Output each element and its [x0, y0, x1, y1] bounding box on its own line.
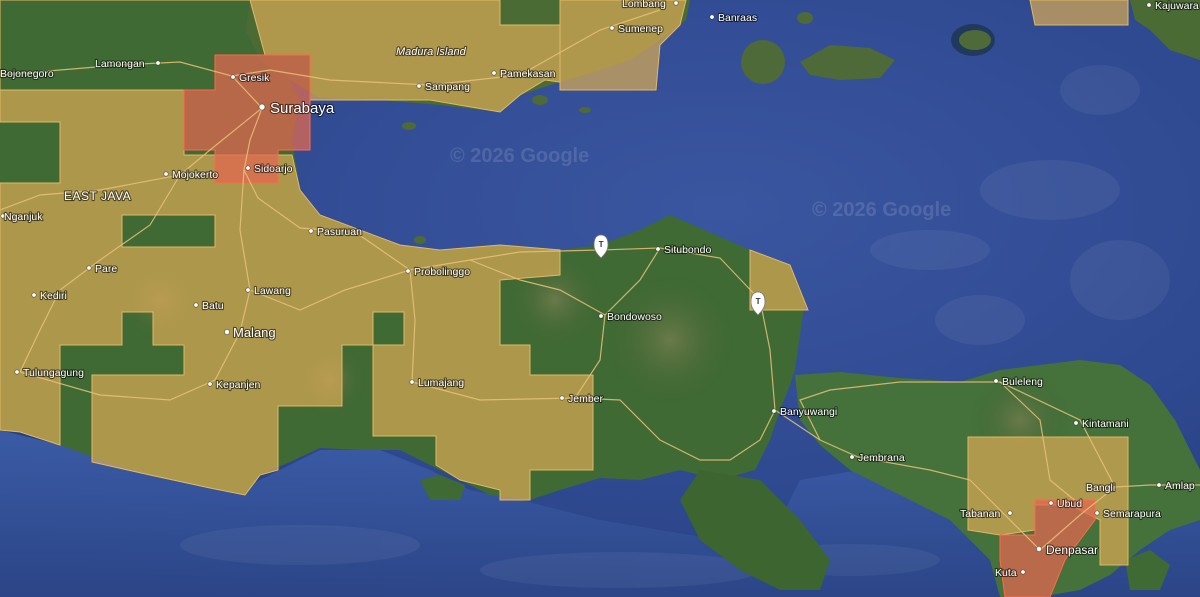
google-watermark: © 2026 Google	[450, 145, 589, 167]
place-malang[interactable]: Malang	[223, 324, 277, 341]
svg-text:Batu: Batu	[202, 300, 224, 312]
svg-text:Semarapura: Semarapura	[1103, 508, 1161, 520]
svg-text:Tabanan: Tabanan	[960, 508, 1000, 520]
place-nganjuk[interactable]: Nganjuk	[0, 210, 44, 224]
place-surabaya[interactable]: Surabaya	[258, 99, 336, 118]
svg-text:Surabaya: Surabaya	[270, 100, 335, 117]
svg-text:Probolinggo: Probolinggo	[414, 266, 470, 278]
svg-text:Bangli: Bangli	[1086, 482, 1115, 494]
svg-text:T: T	[599, 240, 604, 249]
svg-text:Lumajang: Lumajang	[418, 377, 464, 389]
satellite-map[interactable]: T T © 2026 Google © 2026 Google Lombang …	[0, 0, 1200, 597]
place-sumenep[interactable]: Sumenep	[609, 22, 664, 36]
place-denpasar[interactable]: Denpasar	[1036, 542, 1099, 558]
place-pamekasan[interactable]: Pamekasan	[491, 67, 557, 81]
svg-text:Bojonegoro: Bojonegoro	[0, 68, 54, 80]
svg-text:Kediri: Kediri	[40, 290, 67, 302]
svg-text:Banyuwangi: Banyuwangi	[780, 406, 837, 418]
svg-text:Kuta: Kuta	[995, 567, 1017, 579]
svg-text:Sampang: Sampang	[425, 81, 470, 93]
place-tulungagung[interactable]: Tulungagung	[14, 366, 85, 380]
place-bojonegoro[interactable]: Bojonegoro	[0, 67, 55, 81]
place-kepanjen[interactable]: Kepanjen	[207, 378, 262, 392]
svg-text:Lamongan: Lamongan	[95, 58, 145, 70]
svg-text:Jember: Jember	[568, 393, 604, 405]
svg-text:Gresik: Gresik	[239, 72, 270, 84]
svg-text:Denpasar: Denpasar	[1046, 543, 1098, 557]
svg-text:T: T	[756, 297, 761, 306]
svg-text:Pare: Pare	[95, 263, 117, 275]
place-bangli[interactable]: Bangli	[1085, 481, 1116, 495]
place-lumajang[interactable]: Lumajang	[409, 376, 465, 390]
svg-text:Pamekasan: Pamekasan	[500, 68, 556, 80]
svg-text:Sidoarjo: Sidoarjo	[254, 163, 293, 175]
place-madura-island[interactable]: Madura Island	[395, 45, 468, 59]
place-pasuruan[interactable]: Pasuruan	[308, 225, 363, 239]
place-kintamani[interactable]: Kintamani	[1073, 417, 1130, 431]
svg-text:Buleleng: Buleleng	[1002, 376, 1043, 388]
place-situbondo[interactable]: Situbondo	[655, 243, 713, 257]
svg-text:Ubud: Ubud	[1057, 498, 1082, 510]
place-bondowoso[interactable]: Bondowoso	[598, 310, 663, 324]
svg-text:Lawang: Lawang	[254, 285, 291, 297]
svg-text:Nganjuk: Nganjuk	[4, 211, 43, 223]
svg-text:Tulungagung: Tulungagung	[23, 367, 84, 379]
svg-text:Malang: Malang	[233, 325, 276, 340]
svg-text:Banraas: Banraas	[718, 12, 757, 24]
svg-text:Amlap: Amlap	[1165, 480, 1195, 492]
place-banyuwangi[interactable]: Banyuwangi	[771, 405, 838, 419]
svg-text:Jembrana: Jembrana	[858, 452, 905, 464]
place-buleleng[interactable]: Buleleng	[993, 375, 1044, 389]
svg-text:Kintamani: Kintamani	[1082, 418, 1129, 430]
place-sampang[interactable]: Sampang	[416, 80, 471, 94]
svg-text:Pasuruan: Pasuruan	[317, 226, 362, 238]
svg-text:Lombang: Lombang	[622, 0, 666, 10]
place-semarapura[interactable]: Semarapura	[1094, 507, 1162, 521]
place-east-java[interactable]: EAST JAVA	[63, 188, 132, 204]
svg-text:Sumenep: Sumenep	[618, 23, 663, 35]
svg-text:Situbondo: Situbondo	[664, 244, 711, 256]
place-kajuwara[interactable]: Kajuwara	[1146, 0, 1200, 13]
place-mojokerto[interactable]: Mojokerto	[163, 168, 219, 182]
svg-text:EAST JAVA: EAST JAVA	[64, 189, 131, 203]
place-jembrana[interactable]: Jembrana	[849, 451, 906, 465]
place-probolinggo[interactable]: Probolinggo	[405, 265, 471, 279]
svg-text:Madura Island: Madura Island	[396, 46, 467, 58]
svg-text:Mojokerto: Mojokerto	[172, 169, 218, 181]
svg-text:Bondowoso: Bondowoso	[607, 311, 662, 323]
svg-text:Kajuwara: Kajuwara	[1155, 0, 1199, 12]
google-watermark-secondary: © 2026 Google	[812, 199, 951, 221]
svg-text:Kepanjen: Kepanjen	[216, 379, 261, 391]
